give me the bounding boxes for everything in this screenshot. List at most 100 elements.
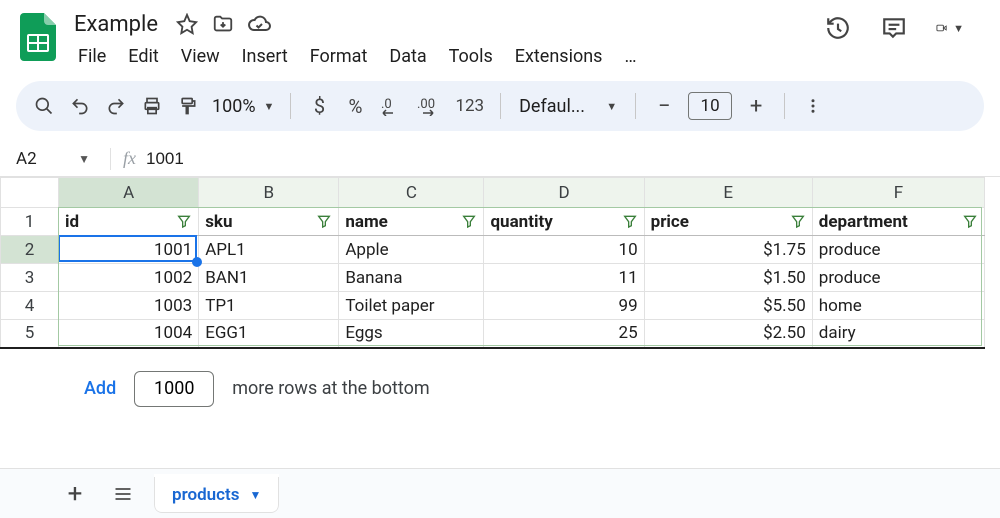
cell-B5[interactable]: EGG1 — [199, 320, 339, 348]
col-header-D[interactable]: D — [484, 178, 644, 208]
header-cell-sku[interactable]: sku — [199, 208, 339, 236]
cell-F3[interactable]: produce — [812, 264, 984, 292]
star-icon[interactable] — [174, 11, 200, 37]
menu-extensions[interactable]: Extensions — [505, 42, 613, 71]
all-sheets-icon[interactable] — [106, 477, 140, 511]
cloud-status-icon[interactable] — [246, 11, 272, 37]
fx-icon[interactable]: fx — [123, 148, 136, 169]
add-rows-button[interactable]: Add — [84, 378, 116, 399]
filter-icon[interactable] — [790, 213, 806, 234]
col-header-F[interactable]: F — [812, 178, 984, 208]
menu-tools[interactable]: Tools — [439, 42, 503, 71]
cell-C4[interactable]: Toilet paper — [339, 292, 484, 320]
meet-icon[interactable]: ▼ — [936, 14, 964, 42]
name-box-value: A2 — [16, 149, 37, 169]
history-icon[interactable] — [824, 14, 852, 42]
font-select[interactable]: Defaul...▼ — [513, 96, 623, 117]
cell-F2[interactable]: produce — [812, 236, 984, 264]
row-header-2[interactable]: 2 — [1, 236, 59, 264]
font-size-control: − 10 + — [648, 90, 772, 122]
more-toolbar-icon[interactable] — [797, 90, 829, 122]
cell-F4[interactable]: home — [812, 292, 984, 320]
header-cell-quantity[interactable]: quantity — [484, 208, 644, 236]
menu-insert[interactable]: Insert — [232, 42, 298, 71]
header-right: ▼ — [824, 8, 984, 42]
cell-E3[interactable]: $1.50 — [644, 264, 812, 292]
col-header-E[interactable]: E — [644, 178, 812, 208]
menu-[interactable]: … — [614, 42, 646, 71]
svg-text:.00: .00 — [417, 97, 435, 112]
percent-format-icon[interactable]: % — [339, 90, 371, 122]
comments-icon[interactable] — [880, 14, 908, 42]
cell-A5[interactable]: 1004 — [59, 320, 199, 348]
menu-file[interactable]: File — [68, 42, 116, 71]
header-cell-name[interactable]: name — [339, 208, 484, 236]
menu-view[interactable]: View — [171, 42, 230, 71]
decrease-font-icon[interactable]: − — [648, 90, 680, 122]
more-formats-icon[interactable]: 123 — [451, 90, 488, 122]
undo-icon[interactable] — [64, 90, 96, 122]
formula-input[interactable]: 1001 — [146, 149, 184, 169]
filter-icon[interactable] — [461, 213, 477, 234]
spreadsheet-grid[interactable]: ABCDEF 1idskunamequantitypricedepartment 2… — [0, 177, 1000, 349]
cell-F5[interactable]: dairy — [812, 320, 984, 348]
cell-C2[interactable]: Apple — [339, 236, 484, 264]
add-sheet-icon[interactable]: + — [58, 477, 92, 511]
increase-decimal-icon[interactable]: .00 — [411, 90, 447, 122]
name-box[interactable]: A2 ▼ — [10, 149, 98, 169]
cell-E2[interactable]: $1.75 — [644, 236, 812, 264]
col-header-C[interactable]: C — [339, 178, 484, 208]
row-header-5[interactable]: 5 — [1, 320, 59, 348]
toolbar: 100%▼ $ % .0 .00 123 Defaul...▼ − 10 + — [16, 81, 984, 131]
separator — [784, 93, 785, 119]
fill-handle[interactable] — [192, 257, 202, 267]
header-cell-price[interactable]: price — [644, 208, 812, 236]
col-header-A[interactable]: A — [59, 178, 199, 208]
search-menus-icon[interactable] — [28, 90, 60, 122]
cell-B4[interactable]: TP1 — [199, 292, 339, 320]
cell-D2[interactable]: 10 — [484, 236, 644, 264]
row-header-1[interactable]: 1 — [1, 208, 59, 236]
filter-icon[interactable] — [176, 213, 192, 234]
menu-data[interactable]: Data — [379, 42, 436, 71]
cell-D3[interactable]: 11 — [484, 264, 644, 292]
paint-format-icon[interactable] — [172, 90, 204, 122]
sheet-tab-products[interactable]: products ▼ — [154, 474, 279, 513]
select-all-corner[interactable] — [1, 178, 59, 208]
zoom-select[interactable]: 100%▼ — [208, 96, 278, 117]
decrease-decimal-icon[interactable]: .0 — [375, 90, 407, 122]
header-cell-department[interactable]: department — [812, 208, 984, 236]
separator — [290, 93, 291, 119]
cell-C5[interactable]: Eggs — [339, 320, 484, 348]
font-size-input[interactable]: 10 — [688, 92, 732, 120]
move-to-folder-icon[interactable] — [210, 11, 236, 37]
cell-B3[interactable]: BAN1 — [199, 264, 339, 292]
add-rows-count-input[interactable] — [134, 371, 214, 407]
menu-edit[interactable]: Edit — [118, 42, 168, 71]
cell-A4[interactable]: 1003 — [59, 292, 199, 320]
cell-A2[interactable]: 1001 — [59, 236, 199, 264]
cell-B2[interactable]: APL1 — [199, 236, 339, 264]
print-icon[interactable] — [136, 90, 168, 122]
separator — [635, 93, 636, 119]
cell-A3[interactable]: 1002 — [59, 264, 199, 292]
cell-E5[interactable]: $2.50 — [644, 320, 812, 348]
menu-format[interactable]: Format — [300, 42, 378, 71]
redo-icon[interactable] — [100, 90, 132, 122]
row-header-4[interactable]: 4 — [1, 292, 59, 320]
col-header-B[interactable]: B — [199, 178, 339, 208]
sheets-bar: + products ▼ — [0, 468, 1000, 518]
increase-font-icon[interactable]: + — [740, 90, 772, 122]
row-header-3[interactable]: 3 — [1, 264, 59, 292]
cell-D5[interactable]: 25 — [484, 320, 644, 348]
sheets-logo[interactable] — [16, 8, 60, 66]
cell-E4[interactable]: $5.50 — [644, 292, 812, 320]
currency-format-icon[interactable]: $ — [303, 90, 335, 122]
filter-icon[interactable] — [316, 213, 332, 234]
cell-C3[interactable]: Banana — [339, 264, 484, 292]
filter-icon[interactable] — [962, 213, 978, 234]
header-cell-id[interactable]: id — [59, 208, 199, 236]
doc-title[interactable]: Example — [68, 10, 164, 39]
cell-D4[interactable]: 99 — [484, 292, 644, 320]
filter-icon[interactable] — [622, 213, 638, 234]
